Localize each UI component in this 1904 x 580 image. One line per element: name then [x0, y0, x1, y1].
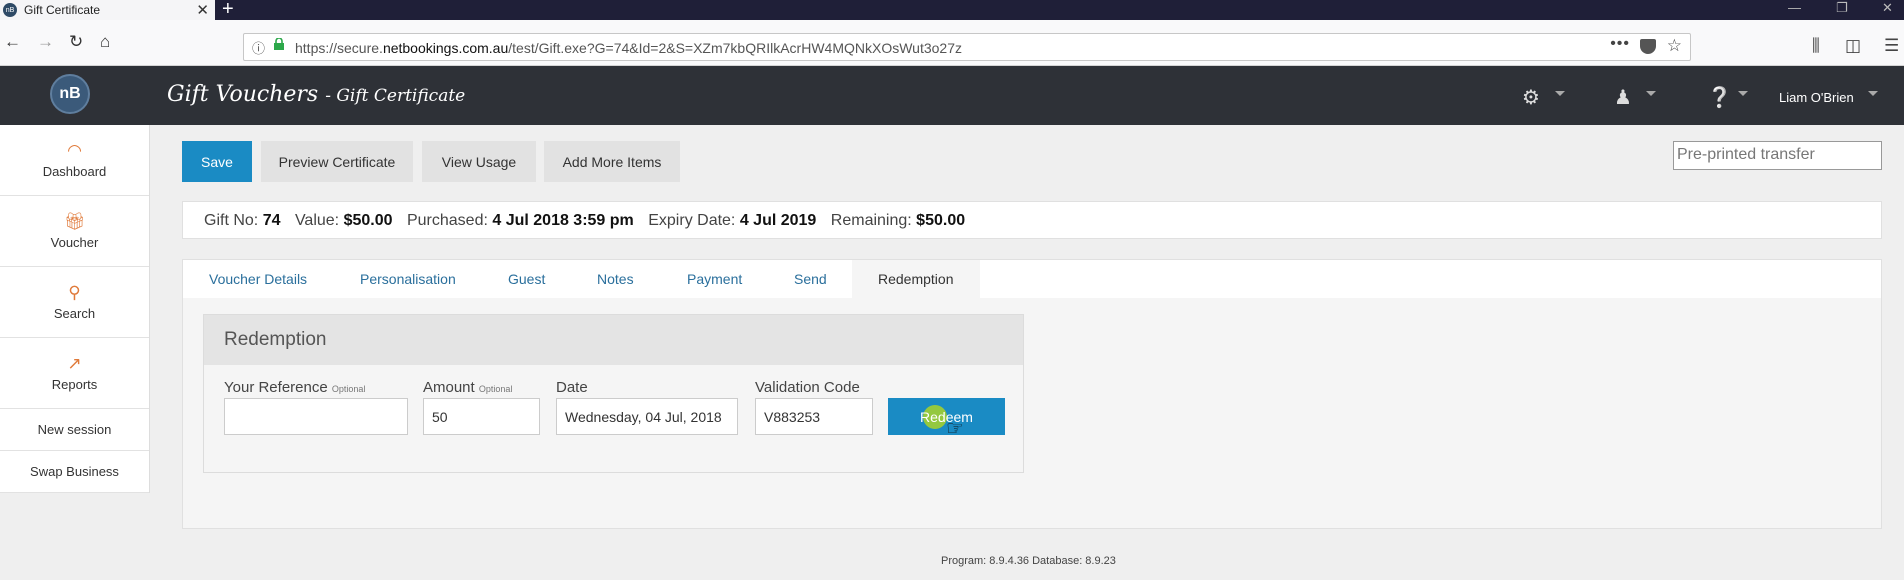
- minimize-icon[interactable]: —: [1788, 0, 1801, 15]
- tab-payment[interactable]: Payment: [687, 271, 742, 287]
- sidebar-item-dashboard[interactable]: ◠ Dashboard: [0, 125, 149, 196]
- user-profile-icon[interactable]: ♟: [1614, 85, 1632, 110]
- purchased-label: Purchased:: [406, 212, 488, 229]
- preprinted-transfer-input[interactable]: Pre-printed transfer: [1673, 141, 1882, 170]
- reload-icon[interactable]: ↻: [69, 32, 83, 52]
- search-icon: ⚲: [68, 282, 81, 302]
- chart-icon: ↗: [67, 353, 82, 373]
- amount-label: Amount Optional: [423, 379, 513, 396]
- hand-cursor-icon: ☞: [946, 418, 964, 440]
- gift-icon: 🎁︎: [63, 211, 86, 231]
- version-footer: Program: 8.9.4.36 Database: 8.9.23: [941, 555, 1116, 567]
- save-button[interactable]: Save: [182, 141, 252, 182]
- sidebar-item-voucher[interactable]: 🎁︎ Voucher: [0, 196, 149, 267]
- tab-send[interactable]: Send: [794, 271, 827, 287]
- gift-no-value: 74: [262, 212, 281, 229]
- main-panel: Voucher Details Personalisation Guest No…: [182, 259, 1882, 529]
- lock-icon: [274, 38, 284, 50]
- preview-certificate-button[interactable]: Preview Certificate: [261, 141, 413, 182]
- sidebar-item-label: Search: [53, 305, 96, 321]
- view-usage-button[interactable]: View Usage: [422, 141, 536, 182]
- home-icon[interactable]: ⌂: [100, 32, 110, 52]
- tab-strip: Voucher Details Personalisation Guest No…: [183, 260, 1881, 298]
- profile-caret-icon[interactable]: [1646, 91, 1656, 96]
- remaining-value: $50.00: [916, 212, 966, 229]
- menu-icon[interactable]: ☰: [1884, 36, 1899, 56]
- expiry-label: Expiry Date:: [648, 212, 736, 229]
- back-icon[interactable]: ←: [4, 32, 21, 52]
- tab-redemption-label: Redemption: [878, 271, 954, 287]
- sidebar-toggle-icon[interactable]: ◫: [1845, 36, 1861, 56]
- tab-redemption[interactable]: Redemption: [852, 260, 980, 298]
- redemption-heading: Redemption: [204, 315, 1023, 365]
- browser-tab-title: Gift Certificate: [24, 3, 101, 17]
- remaining-label: Remaining:: [830, 212, 912, 229]
- tab-notes[interactable]: Notes: [597, 271, 634, 287]
- user-caret-icon[interactable]: [1868, 91, 1878, 96]
- sidebar-item-reports[interactable]: ↗ Reports: [0, 338, 149, 409]
- help-caret-icon[interactable]: [1738, 91, 1748, 96]
- validation-code-label: Validation Code: [755, 379, 860, 396]
- url-text: https://secure.netbookings.com.au/test/G…: [295, 40, 962, 56]
- settings-gear-icon[interactable]: ⚙: [1522, 85, 1540, 110]
- pocket-icon[interactable]: [1640, 39, 1656, 54]
- close-tab-icon[interactable]: ✕: [196, 1, 209, 19]
- netbookings-logo[interactable]: nB: [50, 74, 90, 114]
- tab-personalisation[interactable]: Personalisation: [360, 271, 456, 287]
- sidebar-item-label: Dashboard: [42, 163, 107, 179]
- site-info-icon[interactable]: ⓘ: [252, 38, 265, 57]
- tab-voucher-details[interactable]: Voucher Details: [209, 271, 307, 287]
- redemption-box: Redemption Your Reference Optional Amoun…: [203, 314, 1024, 473]
- validation-code-input[interactable]: V883253: [755, 398, 873, 435]
- address-bar[interactable]: ⓘ https://secure.netbookings.com.au/test…: [243, 33, 1691, 61]
- app-header: nB Gift Vouchers - Gift Certificate ⚙ ♟ …: [0, 66, 1904, 125]
- amount-input[interactable]: 50: [423, 398, 540, 435]
- help-icon[interactable]: ❔: [1707, 85, 1732, 110]
- library-icon[interactable]: ⫼: [1812, 36, 1820, 56]
- reference-label: Your Reference Optional: [224, 379, 366, 396]
- value-label: Value:: [294, 212, 340, 229]
- restore-icon[interactable]: ❐: [1836, 0, 1848, 16]
- browser-tab[interactable]: nB Gift Certificate ✕: [0, 0, 215, 20]
- sidebar-link-new-session[interactable]: New session: [0, 409, 149, 451]
- page-title: Gift Vouchers - Gift Certificate: [167, 82, 466, 107]
- sidebar-item-search[interactable]: ⚲ Search: [0, 267, 149, 338]
- browser-tab-bar: nB Gift Certificate ✕ + — ❐ ✕: [0, 0, 1904, 20]
- settings-caret-icon[interactable]: [1555, 91, 1565, 96]
- sidebar: ◠ Dashboard 🎁︎ Voucher ⚲ Search ↗ Report…: [0, 125, 150, 493]
- sidebar-link-swap-business[interactable]: Swap Business: [0, 451, 149, 493]
- add-more-items-button[interactable]: Add More Items: [544, 141, 680, 182]
- tab-guest[interactable]: Guest: [508, 271, 545, 287]
- reference-input[interactable]: [224, 398, 408, 435]
- forward-icon[interactable]: →: [37, 32, 54, 52]
- purchased-value: 4 Jul 2018 3:59 pm: [492, 212, 634, 229]
- sidebar-item-label: Voucher: [50, 234, 99, 250]
- redeem-button[interactable]: Redeem ☞: [888, 398, 1005, 440]
- bookmark-star-icon[interactable]: ☆: [1667, 36, 1682, 56]
- gauge-icon: ◠: [67, 140, 82, 160]
- sidebar-item-label: Reports: [51, 376, 98, 392]
- date-input[interactable]: Wednesday, 04 Jul, 2018: [556, 398, 738, 435]
- page-actions-icon[interactable]: •••: [1610, 35, 1630, 53]
- date-label: Date: [556, 379, 588, 396]
- value-amount: $50.00: [343, 212, 393, 229]
- gift-summary-bar: Gift No: 74 Value: $50.00 Purchased: 4 J…: [182, 201, 1882, 239]
- expiry-value: 4 Jul 2019: [739, 212, 817, 229]
- window-close-icon[interactable]: ✕: [1882, 0, 1893, 16]
- user-name[interactable]: Liam O'Brien: [1779, 90, 1854, 105]
- new-tab-icon[interactable]: +: [222, 0, 234, 21]
- gift-no-label: Gift No:: [204, 212, 259, 229]
- site-favicon-icon: nB: [3, 3, 17, 17]
